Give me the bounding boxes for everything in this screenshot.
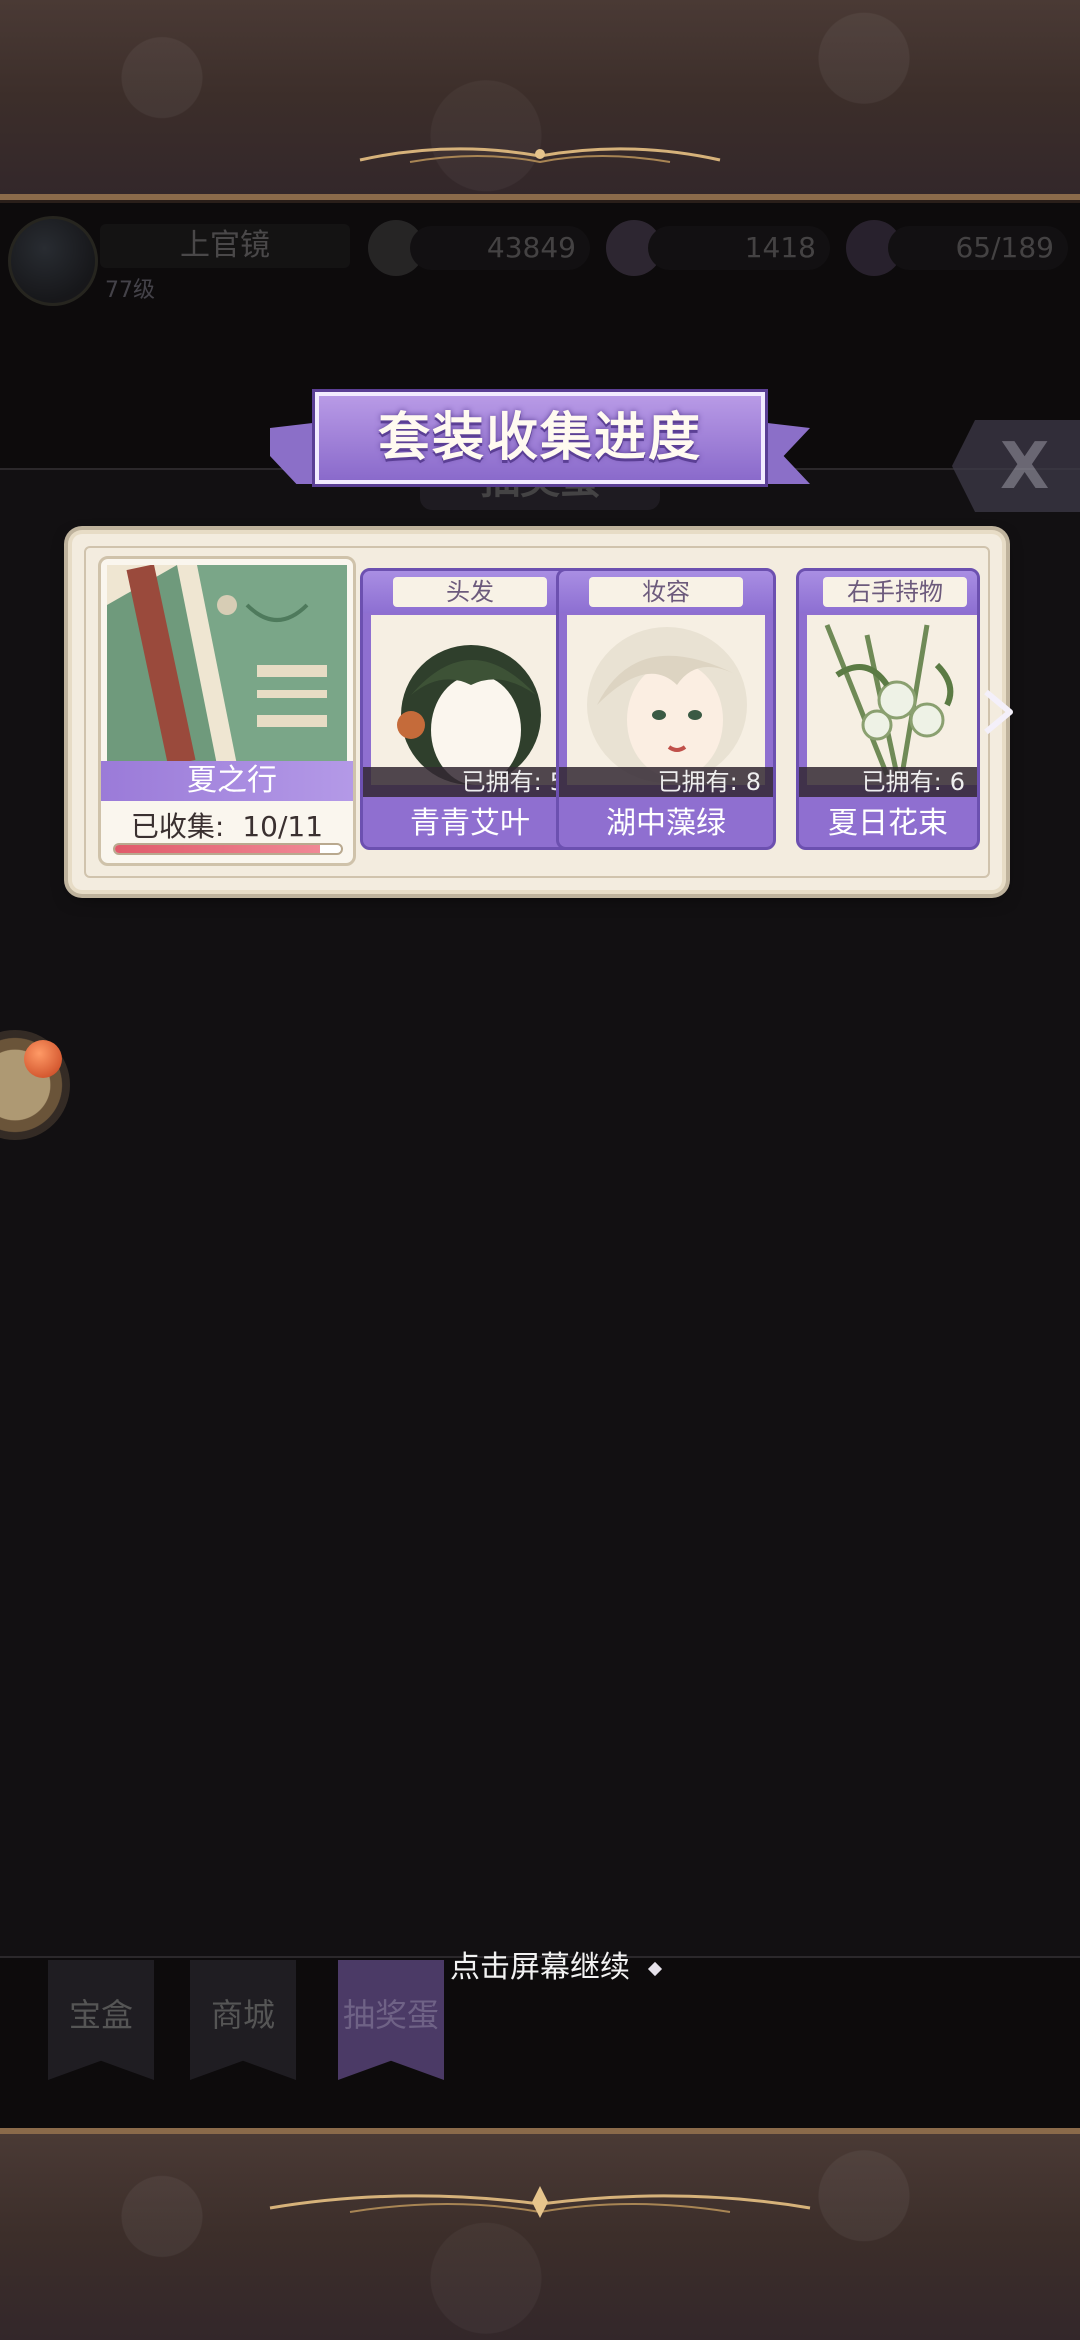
owned-label: 已拥有: bbox=[861, 768, 942, 796]
bottom-decor-band bbox=[0, 2128, 1080, 2340]
tab-lottery-egg[interactable]: 抽奖蛋 bbox=[338, 1960, 444, 2080]
tab-label: 抽奖蛋 bbox=[342, 1996, 439, 2034]
bouquet-illustration-icon bbox=[807, 615, 977, 785]
suit-name: 夏之行 bbox=[101, 761, 353, 801]
progress-caption: 已收集: bbox=[130, 810, 225, 843]
suit-card[interactable]: 夏之行 已收集: 10/11 bbox=[98, 556, 356, 866]
owned-count-bar: 已拥有: 6 bbox=[799, 767, 977, 797]
chevron-right-icon[interactable] bbox=[980, 688, 1016, 736]
tab-shop[interactable]: 商城 bbox=[190, 1960, 296, 2080]
dialog-title-banner: 套装收集进度 bbox=[270, 388, 810, 500]
owned-count-bar: 已拥有:5 bbox=[363, 767, 577, 797]
makeup-illustration-icon bbox=[567, 615, 765, 785]
top-decor-band bbox=[0, 0, 1080, 200]
item-name: 青青艾叶 bbox=[410, 806, 530, 841]
owned-label: 已拥有: bbox=[461, 768, 542, 796]
item-category-label: 右手持物 bbox=[823, 577, 967, 607]
coin-counter: 43849 bbox=[410, 226, 590, 270]
tab-treasure-box[interactable]: 宝盒 bbox=[48, 1960, 154, 2080]
item-name: 湖中藻绿 bbox=[606, 806, 726, 841]
item-card-right-hand[interactable]: 右手持物 已拥有: 6 夏日花束 bbox=[796, 568, 980, 850]
hair-illustration-icon bbox=[371, 615, 569, 785]
notification-dot bbox=[24, 1040, 62, 1078]
ornament-icon bbox=[359, 147, 721, 164]
owned-label: 已拥有: bbox=[657, 768, 738, 796]
suit-progress-label: 已收集: 10/11 bbox=[101, 805, 353, 845]
stamina-counter: 65/189 bbox=[888, 226, 1068, 270]
item-category-bar: 头发 bbox=[363, 571, 577, 613]
item-name: 夏日花束 bbox=[828, 806, 948, 841]
item-card-hair[interactable]: 头发 已拥有:5 青青艾叶 bbox=[360, 568, 580, 850]
item-artwork bbox=[371, 615, 569, 785]
progress-fill bbox=[115, 845, 321, 853]
owned-count: 8 bbox=[745, 768, 761, 796]
avatar bbox=[8, 216, 98, 306]
suit-artwork bbox=[107, 565, 347, 765]
tab-label: 宝盒 bbox=[68, 1996, 133, 2034]
diamond-bullet-icon bbox=[647, 1961, 663, 1976]
item-card-makeup[interactable]: 妆容 已拥有: 8 湖中藻绿 bbox=[556, 568, 776, 850]
progress-value: 10/11 bbox=[242, 810, 324, 843]
dialog-title: 套装收集进度 bbox=[377, 407, 702, 468]
item-category-label: 妆容 bbox=[589, 577, 743, 607]
tap-to-continue-hint[interactable]: 点击屏幕继续 bbox=[0, 1942, 1080, 1986]
owned-count: 6 bbox=[949, 768, 965, 796]
item-artwork bbox=[567, 615, 765, 785]
tab-label: 商城 bbox=[210, 1996, 275, 2034]
item-artwork bbox=[807, 615, 977, 785]
ornament-icon bbox=[269, 2186, 811, 2218]
item-category-bar: 妆容 bbox=[559, 571, 773, 613]
item-category-label: 头发 bbox=[393, 577, 547, 607]
close-icon: X bbox=[1000, 430, 1050, 504]
suit-illustration-icon bbox=[107, 565, 347, 765]
banner-ribbon: 套装收集进度 bbox=[315, 392, 765, 484]
close-button[interactable]: X bbox=[952, 420, 1080, 512]
item-category-bar: 右手持物 bbox=[799, 571, 977, 613]
player-name: 上官镜 bbox=[100, 224, 350, 268]
player-hud: 上官镜 77级 43849 1418 65/189 bbox=[0, 206, 1080, 316]
player-level: 77级 bbox=[105, 278, 155, 303]
owned-count-bar: 已拥有: 8 bbox=[559, 767, 773, 797]
collection-progress-bar bbox=[113, 843, 343, 855]
hint-text: 点击屏幕继续 bbox=[450, 1950, 630, 1985]
diamond-counter: 1418 bbox=[648, 226, 830, 270]
